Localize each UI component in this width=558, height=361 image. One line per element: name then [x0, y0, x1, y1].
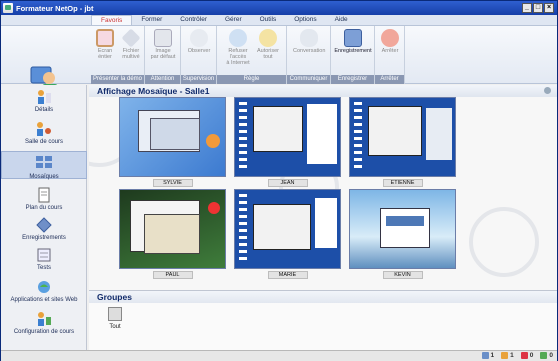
student-screen	[349, 189, 456, 269]
student-name: MARIE	[267, 271, 308, 279]
group-presenter-demo: Ecran éntier Fichier multivé Présenter l…	[91, 26, 145, 84]
tests-icon	[36, 247, 52, 263]
apps-web-icon	[36, 279, 52, 295]
student-thumbnail[interactable]: SYLVIE	[119, 97, 226, 187]
ribbon-tabs: Favoris Former Contrôler Gérer Outils Op…	[1, 15, 557, 26]
alert-icon	[520, 352, 528, 359]
smile-icon	[259, 29, 277, 47]
decor-circle	[469, 207, 539, 277]
title-bar: Formateur NetOp - jbt _ □ ×	[1, 1, 557, 15]
tab-controler[interactable]: Contrôler	[171, 15, 216, 25]
tab-options[interactable]: Options	[285, 15, 325, 25]
sidebar-item-configuration[interactable]: Configuration de cours	[1, 311, 87, 335]
user-icon	[501, 352, 509, 359]
student-name: JEAN	[267, 179, 308, 187]
sidebar: Détails Salle de cours Mosaïques Plan du…	[1, 85, 87, 350]
maximize-button[interactable]: □	[533, 3, 543, 13]
observe-icon	[190, 29, 208, 47]
image-par-defaut-button[interactable]: Image par défaut	[150, 28, 176, 72]
group-attention: Image par défaut Attention	[145, 26, 181, 84]
sidebar-item-tests[interactable]: Tests	[1, 247, 87, 271]
student-thumbnail[interactable]: MARIE	[234, 189, 341, 279]
app-icon	[3, 3, 13, 13]
status-count: 0	[540, 352, 553, 359]
status-count: 1	[501, 352, 514, 359]
groups-title: Groupes	[89, 291, 557, 303]
header-options-icon[interactable]	[544, 87, 551, 94]
record-icon	[344, 29, 362, 47]
student-thumbnail[interactable]: KEVIN	[349, 189, 456, 279]
student-screen	[349, 97, 456, 177]
student-name: KEVIN	[382, 271, 423, 279]
student-thumbnail[interactable]: JEAN	[234, 97, 341, 187]
student-screen	[234, 189, 341, 269]
group-all-icon	[108, 307, 122, 321]
sidebar-item-salle-de-cours[interactable]: Salle de cours	[1, 121, 87, 145]
group-supervision: Observer Supervision	[181, 26, 217, 84]
ribbon-toolbar: Ecran éntier Fichier multivé Présenter l…	[1, 26, 557, 93]
details-icon	[36, 89, 52, 105]
student-screen	[119, 189, 226, 269]
no-internet-icon	[229, 29, 247, 47]
enregistrement-button[interactable]: Enregistrement	[333, 28, 373, 72]
sidebar-item-details[interactable]: Détails	[1, 89, 87, 113]
student-name: ETIENNE	[382, 179, 423, 187]
student-screen	[119, 97, 226, 177]
screen-icon	[96, 29, 114, 47]
sidebar-item-enregistrements[interactable]: Enregistrements	[1, 217, 87, 241]
window-controls: _ □ ×	[522, 3, 554, 13]
group-regle: Refuser l'accès à Internet Autoriser tou…	[217, 26, 287, 84]
student-name: SYLVIE	[152, 179, 193, 187]
window-title: Formateur NetOp - jbt	[16, 3, 94, 13]
status-user-icon	[540, 352, 548, 359]
tab-aide[interactable]: Aide	[326, 15, 357, 25]
student-screen	[234, 97, 341, 177]
group-item-tout[interactable]: Tout	[105, 307, 125, 330]
observer-button[interactable]: Observer	[186, 28, 212, 72]
stop-icon	[381, 29, 399, 47]
minimize-button[interactable]: _	[522, 3, 532, 13]
course-plan-icon	[36, 187, 52, 203]
sidebar-item-mosaiques[interactable]: Mosaïques	[1, 151, 87, 180]
status-counts: 1 1 0 0	[481, 352, 553, 359]
autoriser-tout-button[interactable]: Autoriser tout	[255, 28, 281, 72]
file-icon	[121, 28, 141, 48]
page-title: Affichage Mosaïque - Salle1	[97, 86, 210, 96]
group-enregistrer: Enregistrement Enregistrer	[331, 26, 375, 84]
ecran-entier-button[interactable]: Ecran éntier	[92, 28, 118, 72]
arreter-button[interactable]: Arrêter	[377, 28, 403, 72]
tab-outils[interactable]: Outils	[251, 15, 286, 25]
thumbnail-area: SYLVIE JEAN ETIENNE PAUL MARIE KEVIN	[89, 97, 557, 290]
classroom-icon	[36, 121, 52, 137]
recordings-icon	[36, 217, 52, 233]
status-count: 0	[520, 352, 533, 359]
main-window: Formateur NetOp - jbt _ □ × Favoris Form…	[0, 0, 558, 361]
close-button[interactable]: ×	[544, 3, 554, 13]
computer-icon	[481, 352, 489, 359]
sidebar-item-plan-du-cours[interactable]: Plan du cours	[1, 187, 87, 211]
group-arreter: Arrêter Arrêter	[375, 26, 405, 84]
fichier-multivue-button[interactable]: Fichier multivé	[118, 28, 144, 72]
sidebar-item-applications-web[interactable]: Applications et sites Web	[1, 279, 87, 303]
tab-favoris[interactable]: Favoris	[91, 15, 133, 25]
student-thumbnail[interactable]: ETIENNE	[349, 97, 456, 187]
conversation-button[interactable]: Conversation	[293, 28, 325, 72]
refuser-internet-button[interactable]: Refuser l'accès à Internet	[223, 28, 253, 72]
chat-icon	[300, 29, 318, 47]
groups-panel: Groupes Tout	[89, 290, 557, 350]
mosaic-icon	[36, 156, 52, 172]
tab-gerer[interactable]: Gérer	[216, 15, 251, 25]
status-bar: 1 1 0 0	[1, 350, 557, 361]
status-count: 1	[481, 352, 494, 359]
config-icon	[36, 311, 52, 327]
tab-former[interactable]: Former	[132, 15, 171, 25]
group-communiquer: Conversation Communiquer	[287, 26, 331, 84]
student-thumbnail[interactable]: PAUL	[119, 189, 226, 279]
student-name: PAUL	[152, 271, 193, 279]
mosaic-header: Affichage Mosaïque - Salle1	[89, 85, 557, 97]
main-panel: Affichage Mosaïque - Salle1 SYLVIE JEAN …	[89, 85, 557, 350]
image-icon	[154, 29, 172, 47]
